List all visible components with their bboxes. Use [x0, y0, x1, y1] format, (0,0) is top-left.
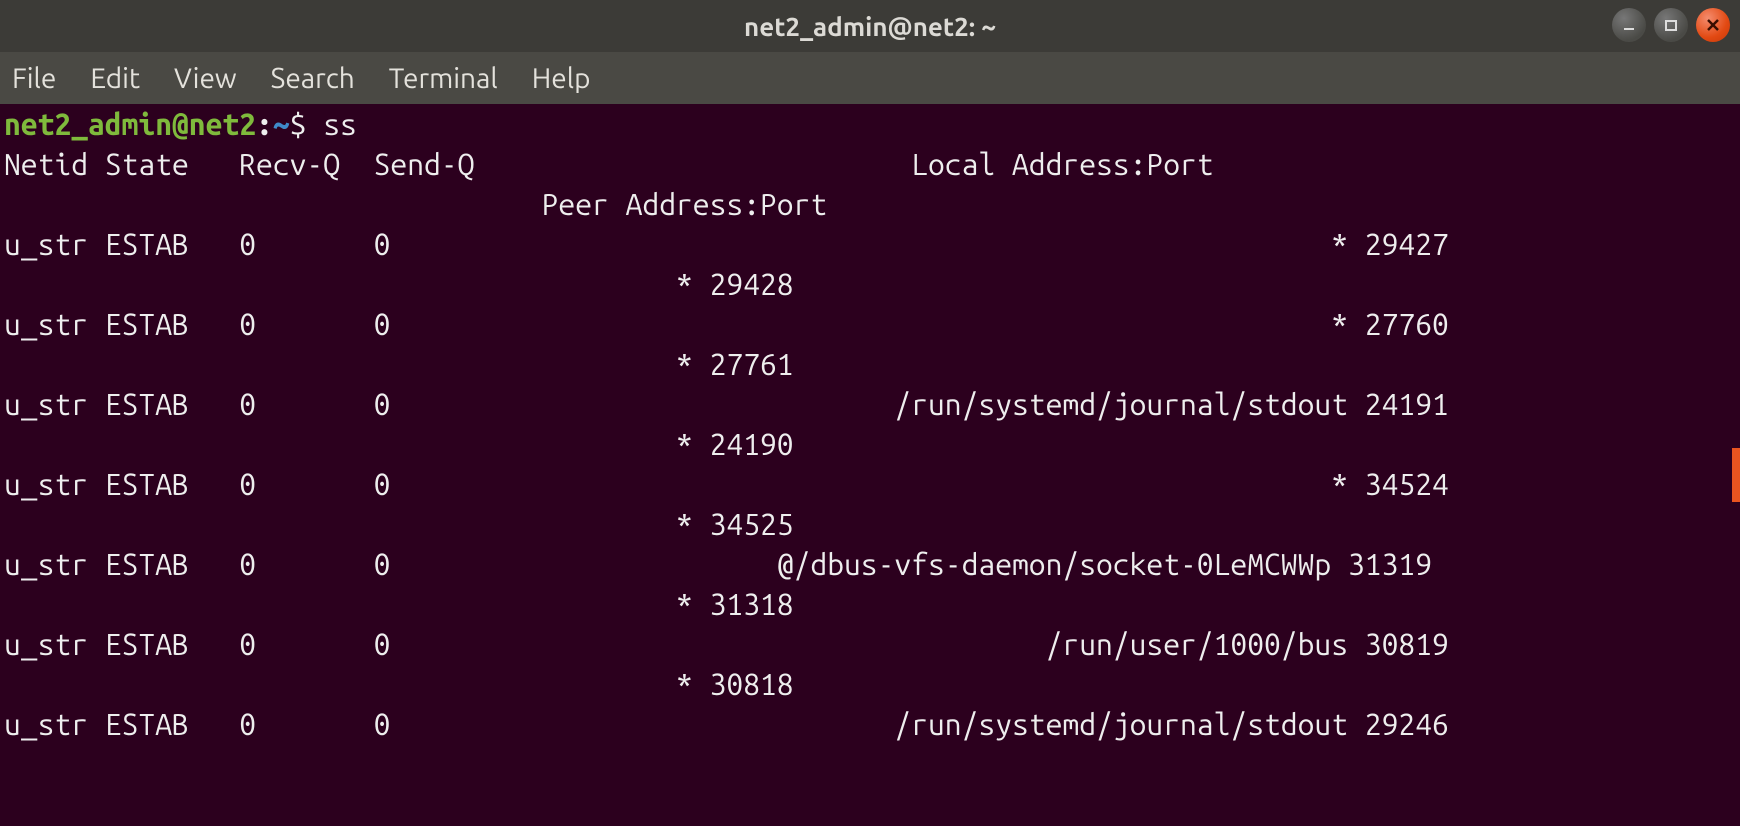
- prompt-dollar: $: [290, 107, 324, 141]
- menu-search[interactable]: Search: [271, 63, 355, 94]
- row-local: u_str ESTAB 0 0 * 34524: [4, 467, 1449, 501]
- window-controls: [1612, 8, 1730, 42]
- row-local: u_str ESTAB 0 0 * 29427: [4, 227, 1449, 261]
- menu-help[interactable]: Help: [532, 63, 591, 94]
- close-icon: [1706, 18, 1720, 32]
- terminal-body[interactable]: net2_admin@net2:~$ ss Netid State Recv-Q…: [0, 104, 1740, 826]
- command-text: ss: [323, 107, 357, 141]
- row-local: u_str ESTAB 0 0 /run/user/1000/bus 30819: [4, 627, 1449, 661]
- menu-file[interactable]: File: [12, 63, 56, 94]
- close-button[interactable]: [1696, 8, 1730, 42]
- row-peer: * 31318: [4, 587, 794, 621]
- menu-view[interactable]: View: [174, 63, 237, 94]
- scroll-indicator: [1732, 448, 1740, 502]
- menu-terminal[interactable]: Terminal: [389, 63, 498, 94]
- minimize-icon: [1622, 18, 1636, 32]
- maximize-icon: [1664, 18, 1678, 32]
- maximize-button[interactable]: [1654, 8, 1688, 42]
- titlebar: net2_admin@net2: ~: [0, 0, 1740, 52]
- menu-edit[interactable]: Edit: [90, 63, 140, 94]
- prompt-path: ~: [273, 107, 290, 141]
- row-peer: * 34525: [4, 507, 794, 541]
- row-peer: * 30818: [4, 667, 794, 701]
- row-local: u_str ESTAB 0 0 /run/systemd/journal/std…: [4, 707, 1449, 741]
- prompt-colon: :: [256, 107, 273, 141]
- header-line2: Peer Address:Port: [4, 187, 827, 221]
- menubar: File Edit View Search Terminal Help: [0, 52, 1740, 104]
- row-peer: * 29428: [4, 267, 794, 301]
- row-local: u_str ESTAB 0 0 * 27760: [4, 307, 1449, 341]
- minimize-button[interactable]: [1612, 8, 1646, 42]
- row-peer: * 24190: [4, 427, 794, 461]
- row-local: u_str ESTAB 0 0 @/dbus-vfs-daemon/socket…: [4, 547, 1432, 581]
- window-title: net2_admin@net2: ~: [744, 12, 996, 41]
- row-peer: * 27761: [4, 347, 794, 381]
- row-local: u_str ESTAB 0 0 /run/systemd/journal/std…: [4, 387, 1449, 421]
- prompt-user-host: net2_admin@net2: [4, 107, 256, 141]
- terminal-window: net2_admin@net2: ~ File Edit Vi: [0, 0, 1740, 826]
- header-line1: Netid State Recv-Q Send-Q Local Address:…: [4, 147, 1247, 181]
